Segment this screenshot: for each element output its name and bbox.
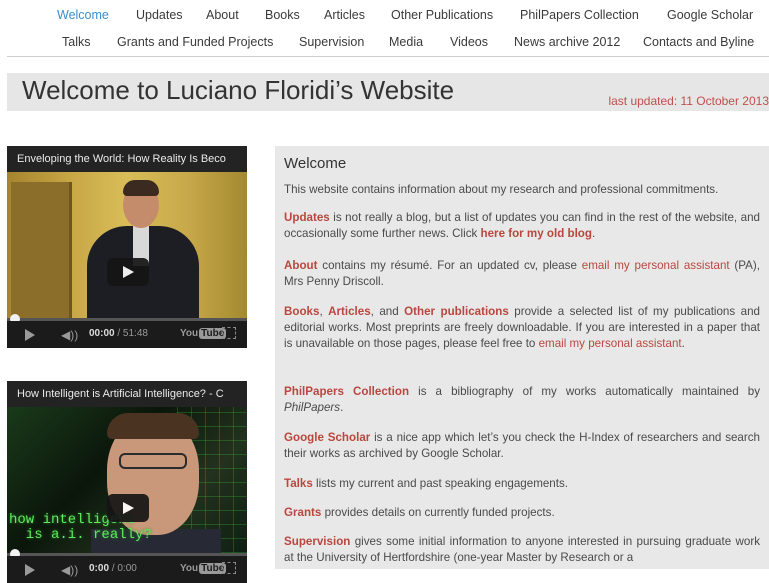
updates-link[interactable]: Updates — [284, 211, 330, 224]
intro-paragraph: This website contains information about … — [284, 183, 719, 196]
email-assistant-link[interactable]: email my personal assistant — [539, 337, 682, 350]
nav-row-1: Welcome Updates About Books Articles Oth… — [0, 2, 769, 28]
nav-item-contacts[interactable]: Contacts and Byline — [643, 35, 754, 49]
nav-item-talks[interactable]: Talks — [62, 35, 90, 49]
fullscreen-icon[interactable] — [222, 327, 236, 339]
speaker-figure — [87, 180, 205, 318]
grants-paragraph: Grants provides details on currently fun… — [284, 505, 760, 521]
nav-item-grants[interactable]: Grants and Funded Projects — [117, 35, 273, 49]
about-text: contains my résumé. For an updated cv, p… — [317, 259, 582, 272]
nav-item-other-publications[interactable]: Other Publications — [391, 8, 493, 22]
video-title[interactable]: How Intelligent is Artificial Intelligen… — [7, 381, 247, 407]
talks-link[interactable]: Talks — [284, 477, 313, 490]
play-icon[interactable] — [107, 494, 149, 522]
video-controls: ◀)) 0:00 / 0:00 You Tube — [7, 556, 247, 583]
supervision-paragraph: Supervision gives some initial informati… — [284, 534, 760, 566]
grants-text: provides details on currently funded pro… — [321, 506, 555, 519]
play-icon[interactable] — [107, 258, 149, 286]
nav-item-news-archive[interactable]: News archive 2012 — [514, 35, 620, 49]
nav-row-2: Talks Grants and Funded Projects Supervi… — [0, 29, 769, 55]
welcome-content-panel: Welcome This website contains informatio… — [275, 146, 769, 569]
title-bar: Welcome to Luciano Floridi’s Website las… — [7, 73, 769, 111]
speaker-hair — [107, 413, 199, 439]
supervision-text: gives some initial information to anyone… — [284, 535, 760, 564]
volume-icon[interactable]: ◀)) — [61, 328, 78, 342]
fullscreen-icon[interactable] — [222, 562, 236, 574]
video-player-1[interactable]: Enveloping the World: How Reality Is Bec… — [7, 146, 247, 348]
nav-divider — [7, 56, 769, 57]
nav-item-about[interactable]: About — [206, 8, 239, 22]
philpapers-link[interactable]: PhilPapers Collection — [284, 385, 409, 398]
nav-item-philpapers-collection[interactable]: PhilPapers Collection — [520, 8, 639, 22]
nav-item-google-scholar[interactable]: Google Scholar — [667, 8, 753, 22]
about-link[interactable]: About — [284, 259, 317, 272]
play-control-icon[interactable] — [25, 329, 35, 341]
philpapers-paragraph: PhilPapers Collection is a bibliography … — [284, 384, 760, 416]
philpapers-name: PhilPapers — [284, 401, 341, 414]
last-updated: last updated: 11 October 2013 — [608, 94, 769, 108]
video-thumbnail[interactable] — [7, 172, 247, 318]
pub-sep-2: , and — [370, 305, 405, 318]
publications-end: . — [681, 337, 685, 350]
publications-paragraph: Books, Articles, and Other publications … — [284, 304, 760, 352]
nav-item-welcome[interactable]: Welcome — [57, 8, 109, 22]
other-publications-link[interactable]: Other publications — [404, 305, 509, 318]
supervision-link[interactable]: Supervision — [284, 535, 350, 548]
philpapers-text: is a bibliography of my works automatica… — [409, 385, 761, 398]
nav-item-media[interactable]: Media — [389, 35, 423, 49]
youtube-logo-icon[interactable]: You Tube — [180, 328, 227, 339]
google-scholar-link[interactable]: Google Scholar — [284, 431, 370, 444]
books-link[interactable]: Books — [284, 305, 319, 318]
pub-sep-1: , — [319, 305, 329, 318]
nav-item-articles[interactable]: Articles — [324, 8, 365, 22]
about-paragraph: About contains my résumé. For an updated… — [284, 258, 760, 290]
talks-text: lists my current and past speaking engag… — [312, 477, 568, 490]
page-title: Welcome to Luciano Floridi’s Website — [22, 75, 455, 105]
updates-end: . — [591, 227, 596, 240]
top-navigation: Welcome Updates About Books Articles Oth… — [0, 0, 769, 58]
philpapers-end: . — [340, 401, 344, 414]
volume-icon[interactable]: ◀)) — [61, 563, 78, 577]
video-player-2[interactable]: How Intelligent is Artificial Intelligen… — [7, 381, 247, 583]
speaker-hair — [123, 180, 159, 196]
old-blog-link[interactable]: here for my old blog — [481, 227, 592, 240]
video-title[interactable]: Enveloping the World: How Reality Is Bec… — [7, 146, 247, 172]
play-control-icon[interactable] — [25, 564, 35, 576]
content-heading: Welcome — [284, 155, 347, 172]
nav-item-videos[interactable]: Videos — [450, 35, 488, 49]
current-time: 00:00 — [89, 328, 115, 339]
nav-item-books[interactable]: Books — [265, 8, 300, 22]
video-thumbnail[interactable]: how intelligent is a.i. really? — [7, 407, 247, 559]
grants-link[interactable]: Grants — [284, 506, 321, 519]
time-display: 00:00 / 51:48 — [89, 328, 148, 339]
nav-item-updates[interactable]: Updates — [136, 8, 183, 22]
email-assistant-link[interactable]: email my personal assistant — [582, 259, 730, 272]
speaker-glasses — [119, 453, 187, 469]
talks-paragraph: Talks lists my current and past speaking… — [284, 476, 760, 492]
youtube-logo-you: You — [180, 328, 199, 339]
duration: / 51:48 — [117, 328, 148, 339]
video-controls: ◀)) 00:00 / 51:48 You Tube — [7, 321, 247, 348]
updates-paragraph: Updates is not really a blog, but a list… — [284, 210, 760, 242]
background-panel — [11, 182, 72, 318]
nav-item-supervision[interactable]: Supervision — [299, 35, 364, 49]
google-scholar-paragraph: Google Scholar is a nice app which let’s… — [284, 430, 760, 462]
articles-link[interactable]: Articles — [328, 305, 371, 318]
